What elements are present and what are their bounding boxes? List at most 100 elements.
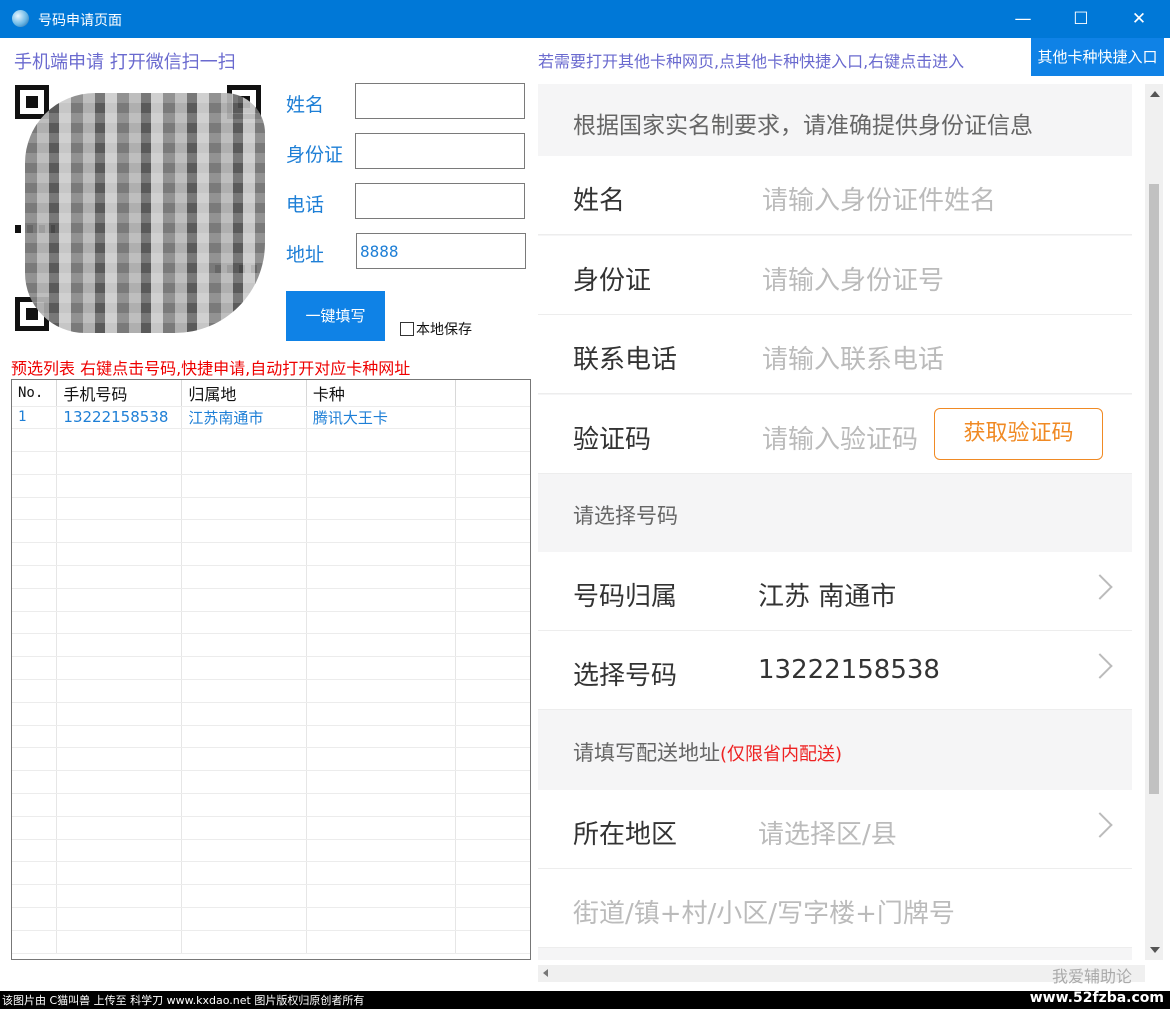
web-phone-row[interactable]: 联系电话 请输入联系电话 [538,315,1132,394]
id-card-label: 身份证 [286,144,344,166]
cell-empty [181,633,307,658]
minimize-button[interactable]: — [994,0,1052,38]
cell-empty [56,565,183,589]
cell-empty [56,542,183,567]
street-row[interactable]: 街道/镇+村/小区/写字楼+门牌号 [538,869,1132,948]
cell-empty [181,884,307,909]
web-phone-label: 联系电话 [573,345,678,375]
web-name-input[interactable]: 请输入身份证件姓名 [762,180,996,217]
cell-empty [12,519,58,544]
web-phone-input[interactable]: 请输入联系电话 [762,339,944,376]
cell-empty [56,770,183,795]
wechat-qr-code [15,85,265,335]
quick-entry-hint: 若需要打开其他卡种网页,点其他卡种快捷入口,右键点击进入 [538,52,965,71]
cell-empty [181,542,307,567]
cell-empty [181,725,307,749]
cell-empty [56,451,183,475]
cell-empty [181,702,307,726]
cell-empty [455,930,530,954]
one-click-fill-button[interactable]: 一键填写 [286,291,385,341]
cell-empty [12,816,58,840]
cell-phone[interactable]: 13222158538 [56,406,183,430]
checkbox-icon[interactable] [400,322,414,336]
cell-empty [56,428,183,453]
cell-empty [306,656,457,681]
cell-empty [12,656,58,681]
cell-empty [306,747,457,772]
address-input[interactable] [356,233,526,269]
cell-empty [56,839,183,863]
preselect-hint: 预选列表 右键点击号码,快捷申请,自动打开对应卡种网址 [11,359,411,378]
chevron-right-icon[interactable] [1087,812,1113,838]
cell-empty [306,839,457,863]
realname-notice: 根据国家实名制要求，请准确提供身份证信息 [573,113,1033,139]
cell-empty [12,702,58,726]
name-label: 姓名 [286,94,325,116]
cell-empty [306,770,457,795]
cell-empty [181,861,307,886]
client-area: 手机端申请 打开微信扫一扫 姓名 身份证 电话 地址 一键填写 本地保存 预选列… [0,38,1170,991]
cell-no[interactable]: 1 [12,406,58,430]
other-card-quick-entry-button[interactable]: 其他卡种快捷入口 [1031,38,1164,76]
select-number-label: 选择号码 [573,661,678,691]
cell-empty [12,611,58,635]
table-row-empty [12,884,530,909]
cell-location[interactable]: 江苏南通市 [181,406,307,430]
column-header-card-type[interactable]: 卡种 [306,380,457,407]
name-input[interactable] [355,83,525,119]
region-select[interactable]: 请选择区/县 [758,814,897,851]
web-code-row[interactable]: 验证码 请输入验证码 获取验证码 [538,395,1132,474]
cell-empty [12,839,58,863]
scroll-left-arrow-icon[interactable] [543,969,548,977]
cell-empty [455,406,530,430]
web-name-row[interactable]: 姓名 请输入身份证件姓名 [538,156,1132,235]
scroll-up-arrow-icon[interactable] [1150,91,1160,97]
cell-empty [455,542,530,567]
scroll-down-arrow-icon[interactable] [1150,947,1160,953]
column-header-phone[interactable]: 手机号码 [56,380,183,407]
cell-empty [455,428,530,453]
cell-empty [455,839,530,863]
scroll-thumb[interactable] [1149,184,1159,794]
cell-card-type[interactable]: 腾讯大王卡 [306,406,457,430]
cell-empty [455,907,530,931]
web-id-input[interactable]: 请输入身份证号 [762,260,944,297]
close-button[interactable]: ✕ [1110,0,1168,38]
chevron-right-icon[interactable] [1087,653,1113,679]
number-belong-value: 江苏 南通市 [758,582,897,612]
table-row[interactable]: 1 13222158538 江苏南通市 腾讯大王卡 [12,406,530,430]
embedded-web-form: 根据国家实名制要求，请准确提供身份证信息 姓名 请输入身份证件姓名 身份证 请输… [538,84,1132,960]
cell-empty [56,747,183,772]
select-number-row[interactable]: 选择号码 13222158538 [538,631,1132,710]
id-card-input[interactable] [355,133,525,169]
number-list-grid[interactable]: No. 手机号码 归属地 卡种 1 13222158538 江苏南通市 腾讯大王… [11,379,531,960]
cell-empty [56,519,183,544]
phone-input[interactable] [355,183,525,219]
web-vertical-scrollbar[interactable] [1145,84,1163,960]
chevron-right-icon[interactable] [1087,574,1113,600]
column-header-no[interactable]: No. [12,380,58,407]
number-belong-row[interactable]: 号码归属 江苏 南通市 [538,552,1132,631]
window-title: 号码申请页面 [38,13,122,29]
maximize-button[interactable]: ☐ [1052,0,1110,38]
cell-empty [306,884,457,909]
cell-empty [56,611,183,635]
title-bar: 号码申请页面 — ☐ ✕ [0,0,1170,38]
cell-empty [306,565,457,589]
get-verification-code-button[interactable]: 获取验证码 [934,408,1103,460]
table-row-empty [12,907,530,931]
delivery-address-note: (仅限省内配送) [720,744,843,765]
cell-empty [306,930,457,954]
column-header-location[interactable]: 归属地 [181,380,307,407]
table-row-empty [12,474,530,498]
cell-empty [181,519,307,544]
local-save-checkbox[interactable]: 本地保存 [400,319,472,339]
region-row[interactable]: 所在地区 请选择区/县 [538,790,1132,869]
cell-empty [181,839,307,863]
cell-empty [181,770,307,795]
cell-empty [306,633,457,658]
web-code-input[interactable]: 请输入验证码 [762,419,918,456]
street-address-input[interactable]: 街道/镇+村/小区/写字楼+门牌号 [573,893,955,930]
table-row-empty [12,725,530,749]
web-id-row[interactable]: 身份证 请输入身份证号 [538,236,1132,315]
